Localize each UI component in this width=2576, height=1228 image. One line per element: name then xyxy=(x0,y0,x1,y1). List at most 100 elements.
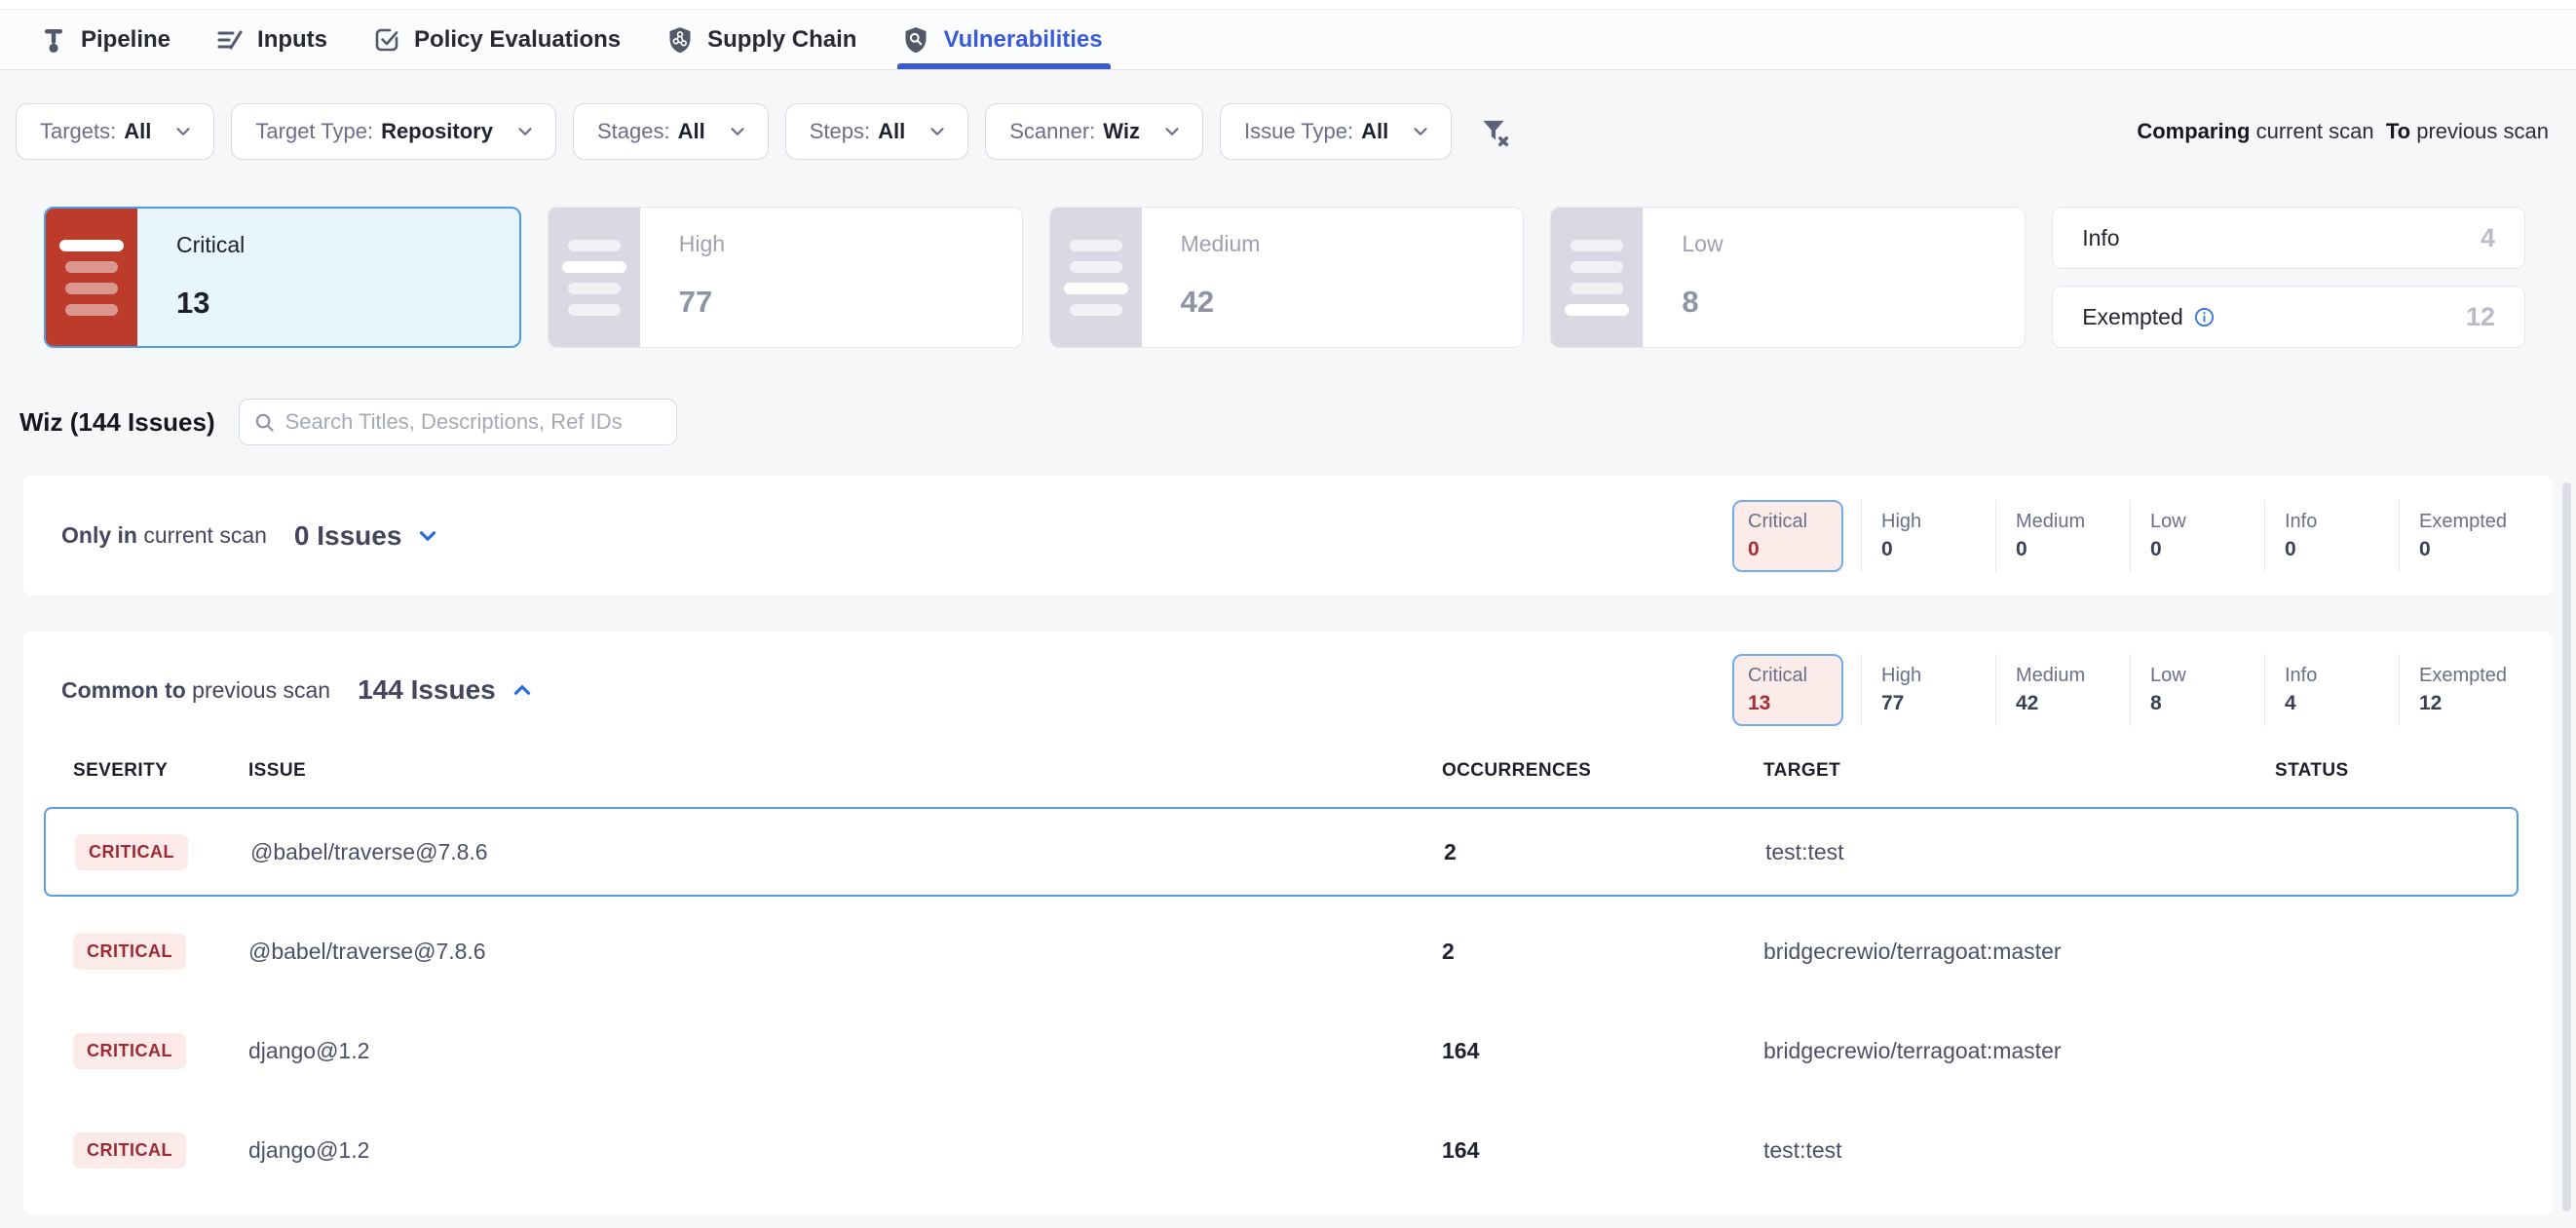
severity-bars-icon xyxy=(1050,208,1142,347)
filter-value: All xyxy=(678,119,705,144)
chip-low[interactable]: Low 8 xyxy=(2130,654,2247,726)
filter-issue-type[interactable]: Issue Type: All xyxy=(1220,103,1452,160)
section-head: Only in current scan 0 Issues xyxy=(61,476,440,595)
table-row[interactable]: CRITICAL @babel/traverse@7.8.6 2 bridgec… xyxy=(44,906,2519,996)
severity-bars-icon xyxy=(1551,208,1643,347)
info-circle-icon[interactable] xyxy=(2193,306,2216,328)
chip-exempted[interactable]: Exempted 0 xyxy=(2399,500,2516,572)
inputs-icon xyxy=(215,25,245,55)
severity-card-critical[interactable]: Critical 13 xyxy=(44,207,521,348)
section-count-toggle[interactable]: 0 Issues xyxy=(294,520,441,552)
chip-value: 0 xyxy=(2419,538,2516,561)
tab-bar: Pipeline Inputs Policy Evaluations Suppl… xyxy=(0,10,2576,70)
search-box xyxy=(239,399,677,445)
severity-bars-icon xyxy=(46,209,137,346)
tab-policy-evaluations[interactable]: Policy Evaluations xyxy=(372,10,621,69)
table-row[interactable]: CRITICAL @babel/traverse@7.8.6 2 test:te… xyxy=(44,807,2519,897)
chip-critical[interactable]: Critical 0 xyxy=(1732,500,1843,572)
search-input[interactable] xyxy=(285,409,663,435)
chip-high[interactable]: High 77 xyxy=(1861,654,1978,726)
chip-label: Medium xyxy=(2016,511,2112,533)
comparing-to: To xyxy=(2386,119,2410,143)
column-header-issue: ISSUE xyxy=(248,760,1442,782)
chip-info[interactable]: Info 0 xyxy=(2264,500,2381,572)
pipeline-icon xyxy=(39,25,68,55)
policy-check-icon xyxy=(372,25,401,55)
chevron-down-icon xyxy=(1410,121,1431,142)
issue-cell: @babel/traverse@7.8.6 xyxy=(248,939,1442,965)
table-row[interactable]: CRITICAL django@1.2 164 bridgecrewio/ter… xyxy=(44,1006,2519,1095)
info-card[interactable]: Info 4 xyxy=(2052,207,2525,269)
chip-value: 0 xyxy=(1881,538,1978,561)
card-label: Critical xyxy=(176,232,245,258)
chip-info[interactable]: Info 4 xyxy=(2264,654,2381,726)
filter-targets[interactable]: Targets: All xyxy=(16,103,214,160)
comparing-previous: previous scan xyxy=(2416,119,2549,143)
chevron-down-icon xyxy=(415,523,440,549)
chip-label: Critical xyxy=(1748,511,1841,533)
severity-card-low[interactable]: Low 8 xyxy=(1550,207,2026,348)
column-header-occurrences: OCCURRENCES xyxy=(1442,760,1763,782)
chevron-down-icon xyxy=(172,121,194,142)
chip-low[interactable]: Low 0 xyxy=(2130,500,2247,572)
chip-value: 13 xyxy=(1748,692,1841,715)
filter-value: All xyxy=(878,119,905,144)
card-label: Medium xyxy=(1181,231,1261,257)
chip-medium[interactable]: Medium 42 xyxy=(1995,654,2112,726)
severity-card-medium[interactable]: Medium 42 xyxy=(1049,207,1525,348)
chip-critical[interactable]: Critical 13 xyxy=(1732,654,1843,726)
severity-cards: Critical 13 High 77 Medium 42 xyxy=(44,207,2525,348)
chip-label: Info xyxy=(2285,511,2381,533)
chevron-down-icon xyxy=(727,121,748,142)
clear-filters-icon[interactable] xyxy=(1478,115,1511,148)
filter-target-type[interactable]: Target Type: Repository xyxy=(231,103,556,160)
occurrences-cell: 2 xyxy=(1444,839,1765,865)
issues-table: CRITICAL @babel/traverse@7.8.6 2 test:te… xyxy=(44,807,2519,1195)
column-header-status: STATUS xyxy=(2275,760,2519,782)
severity-chips: Critical 13 High 77 Medium 42 Low 8 Info… xyxy=(1732,654,2516,726)
column-header-severity: SEVERITY xyxy=(73,760,248,782)
severity-badge: CRITICAL xyxy=(75,834,188,870)
exempted-card[interactable]: Exempted 12 xyxy=(2052,286,2525,348)
section-label-bold: Only in xyxy=(61,522,137,548)
chip-medium[interactable]: Medium 0 xyxy=(1995,500,2112,572)
chip-exempted[interactable]: Exempted 12 xyxy=(2399,654,2516,726)
vertical-scrollbar[interactable] xyxy=(2562,482,2571,1211)
tab-label: Supply Chain xyxy=(707,26,856,54)
table-row[interactable]: CRITICAL django@1.2 164 test:test xyxy=(44,1105,2519,1195)
chip-value: 4 xyxy=(2285,692,2381,715)
card-value: 8 xyxy=(1682,285,1723,320)
severity-card-high[interactable]: High 77 xyxy=(548,207,1023,348)
severity-bars-icon xyxy=(549,208,640,347)
scanner-title: Wiz (144 Issues) xyxy=(19,407,215,438)
tab-inputs[interactable]: Inputs xyxy=(215,10,327,69)
filters-row: Targets: All Target Type: Repository Sta… xyxy=(16,103,2549,160)
severity-badge: CRITICAL xyxy=(73,934,186,970)
chip-high[interactable]: High 0 xyxy=(1861,500,1978,572)
tab-supply-chain[interactable]: Supply Chain xyxy=(665,10,856,69)
tab-label: Pipeline xyxy=(81,26,170,54)
section-head: Common to previous scan 144 Issues xyxy=(61,632,535,748)
issue-cell: @babel/traverse@7.8.6 xyxy=(250,839,1444,865)
filter-scanner[interactable]: Scanner: Wiz xyxy=(985,103,1203,160)
card-label: Info xyxy=(2082,225,2119,251)
filter-stages[interactable]: Stages: All xyxy=(573,103,769,160)
chevron-down-icon xyxy=(514,121,536,142)
comparing-bold: Comparing xyxy=(2137,119,2250,143)
card-value: 13 xyxy=(176,286,245,321)
card-label: High xyxy=(679,231,725,257)
filter-steps[interactable]: Steps: All xyxy=(785,103,969,160)
severity-badge: CRITICAL xyxy=(73,1132,186,1169)
comparing-current: current scan xyxy=(2256,119,2374,143)
severity-badge: CRITICAL xyxy=(73,1033,186,1069)
filter-label: Issue Type: xyxy=(1244,119,1353,144)
section-count-toggle[interactable]: 144 Issues xyxy=(358,674,535,706)
chip-value: 0 xyxy=(2285,538,2381,561)
comparison-label: Comparing current scan To previous scan xyxy=(2137,119,2549,144)
tab-pipeline[interactable]: Pipeline xyxy=(39,10,170,69)
filter-label: Steps: xyxy=(810,119,870,144)
tab-vulnerabilities[interactable]: Vulnerabilities xyxy=(901,10,1102,69)
filter-label: Stages: xyxy=(597,119,670,144)
severity-chips: Critical 0 High 0 Medium 0 Low 0 Info 0 … xyxy=(1732,500,2516,572)
chip-value: 42 xyxy=(2016,692,2112,715)
